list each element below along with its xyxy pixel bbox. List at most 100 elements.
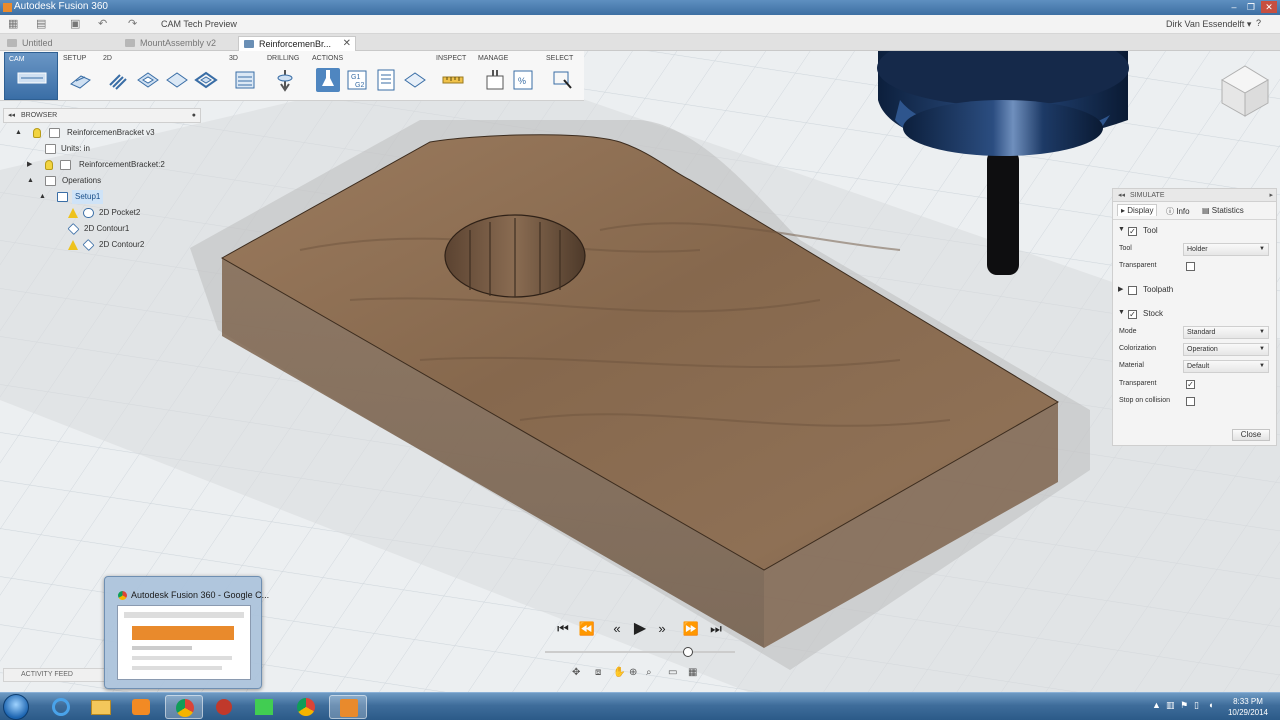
setup-button[interactable] [68, 68, 92, 92]
2d-pocket-button[interactable] [136, 68, 160, 92]
collapse-browser-icon[interactable]: ◂◂ [8, 109, 15, 122]
section-toggle-icon[interactable]: ▼ [1118, 226, 1125, 233]
internet-explorer-taskbar-button[interactable] [42, 695, 80, 719]
tool-type-select[interactable]: Holder ▼ [1183, 243, 1269, 256]
tab-untitled[interactable]: Untitled [2, 36, 116, 51]
tab-reinforcement-bracket[interactable]: ReinforcemenBr... ✕ [238, 36, 356, 51]
tab-statistics[interactable]: ▤ Statistics [1199, 205, 1247, 216]
stock-section-header[interactable]: ▼ ✓ Stock [1113, 306, 1276, 323]
chrome-second-taskbar-button[interactable] [287, 695, 325, 719]
face-button[interactable] [165, 68, 189, 92]
orbit-icon[interactable]: ✥ [572, 667, 580, 678]
expand-triangle-icon[interactable]: ▲ [27, 174, 34, 188]
setup-sheet-button[interactable] [374, 68, 398, 92]
system-clock[interactable]: 8:33 PM 10/29/2014 [1222, 696, 1274, 718]
stop-on-collision-checkbox[interactable] [1186, 397, 1195, 406]
stock-checkbox[interactable]: ✓ [1128, 310, 1137, 319]
bug-app-taskbar-button[interactable] [205, 695, 243, 719]
qt-taskbar-button[interactable] [245, 695, 283, 719]
simulation-slider[interactable] [545, 647, 735, 657]
tool-checkbox[interactable]: ✓ [1128, 227, 1137, 236]
browser-options-icon[interactable]: ● [192, 109, 196, 122]
mode-select[interactable]: Standard ▼ [1183, 326, 1269, 339]
save-icon[interactable]: ▣ [70, 17, 80, 30]
browser-item-2d-contour2[interactable]: 2D Contour2 [68, 238, 158, 252]
post-process-button[interactable]: G1 G2 [345, 68, 369, 92]
workspace-switcher-button[interactable]: CAM [4, 52, 58, 100]
battery-icon[interactable]: ▯ [1194, 700, 1199, 711]
stock-button[interactable] [403, 68, 427, 92]
browser-item-operations[interactable]: ▲ Operations [25, 174, 135, 188]
expand-triangle-icon[interactable]: ▲ [15, 126, 22, 140]
colorization-select[interactable]: Operation ▼ [1183, 343, 1269, 356]
redo-icon[interactable]: ↷ [128, 17, 137, 30]
go-to-start-icon[interactable]: ⏮ [552, 620, 574, 638]
step-forward-icon[interactable]: » [651, 620, 673, 638]
expand-panel-icon[interactable]: ▸ [1269, 189, 1273, 202]
next-operation-icon[interactable]: ⏩ [680, 620, 702, 638]
2d-contour-button[interactable] [194, 68, 218, 92]
tab-mountassembly[interactable]: MountAssembly v2 [120, 36, 236, 51]
zoom-icon[interactable]: ⊕ [629, 667, 637, 678]
tab-info[interactable]: ⓘ Info [1163, 205, 1193, 218]
measure-button[interactable] [441, 68, 465, 92]
close-button[interactable]: Close [1232, 429, 1270, 441]
flag-icon[interactable]: ⚑ [1180, 700, 1188, 711]
browser-header[interactable]: ◂◂ BROWSER ● [3, 108, 201, 123]
3d-adaptive-button[interactable] [233, 68, 257, 92]
play-icon[interactable]: ▶ [629, 620, 651, 638]
network-icon[interactable]: ▥ [1166, 700, 1175, 711]
grid-settings-icon[interactable]: ▦ [688, 667, 697, 678]
fusion-taskbar-button[interactable] [329, 695, 367, 719]
pan-icon[interactable]: ✋ [613, 667, 625, 678]
chrome-taskbar-button[interactable] [165, 695, 203, 719]
collapse-panel-icon[interactable]: ◂◂ [1118, 189, 1125, 202]
go-to-end-icon[interactable]: ⏭ [705, 620, 727, 638]
close-tab-icon[interactable]: ✕ [343, 37, 351, 51]
user-menu[interactable]: Dirk Van Essendelft ▾ [1166, 19, 1251, 30]
tool-section-header[interactable]: ▼ ✓ Tool [1113, 223, 1276, 240]
help-icon[interactable]: ? [1256, 18, 1261, 28]
start-button[interactable] [3, 694, 29, 720]
app-grid-icon[interactable]: ▦ [8, 17, 18, 30]
activity-feed[interactable]: ACTIVITY FEED [3, 668, 108, 682]
drill-button[interactable] [273, 68, 297, 92]
previous-operation-icon[interactable]: ⏪ [576, 620, 598, 638]
tray-expand-icon[interactable]: ▲ [1152, 700, 1161, 710]
taskbar-thumbnail-preview[interactable]: Autodesk Fusion 360 - Google C... [104, 576, 269, 689]
tool-library-button[interactable] [483, 68, 507, 92]
visibility-bulb-icon[interactable] [33, 128, 41, 138]
2d-adaptive-button[interactable] [107, 68, 131, 92]
browser-item-root[interactable]: ▲ ReinforcemenBracket v3 [13, 126, 193, 140]
toolpath-section-header[interactable]: ▶ Toolpath [1113, 282, 1276, 299]
visibility-bulb-icon[interactable] [45, 160, 53, 170]
browser-item-units[interactable]: Units: in [43, 142, 103, 156]
select-button[interactable] [551, 68, 575, 92]
look-at-icon[interactable]: ⧈ [595, 667, 601, 678]
browser-item-2d-contour1[interactable]: 2D Contour1 [67, 222, 158, 236]
browser-item-component[interactable]: ▶ ReinforcementBracket:2 [25, 158, 175, 172]
explorer-taskbar-button[interactable] [82, 695, 120, 719]
browser-item-setup1[interactable]: ▲ Setup1 [37, 190, 107, 204]
simulate-button[interactable] [316, 68, 340, 92]
file-menu-icon[interactable]: ▤ [36, 17, 46, 30]
media-player-taskbar-button[interactable] [122, 695, 160, 719]
display-settings-icon[interactable]: ▭ [668, 667, 677, 678]
tool-transparent-checkbox[interactable] [1186, 262, 1195, 271]
section-toggle-icon[interactable]: ▶ [1118, 285, 1123, 293]
expand-triangle-icon[interactable]: ▲ [39, 190, 46, 204]
slider-handle[interactable] [682, 647, 693, 657]
volume-icon[interactable]: ◖ [1208, 700, 1213, 710]
undo-icon[interactable]: ↶ [98, 17, 107, 30]
toolpath-checkbox[interactable] [1128, 286, 1137, 295]
close-window-button[interactable]: ✕ [1261, 1, 1277, 13]
section-toggle-icon[interactable]: ▼ [1118, 309, 1125, 316]
maximize-button[interactable]: ❐ [1243, 1, 1259, 13]
tab-display[interactable]: ▸ Display [1117, 204, 1158, 216]
material-select[interactable]: Default ▼ [1183, 360, 1269, 373]
fit-icon[interactable]: ⌕ [646, 667, 652, 678]
minimize-button[interactable]: – [1226, 1, 1242, 13]
post-library-button[interactable]: % [511, 68, 535, 92]
expand-triangle-icon[interactable]: ▶ [27, 158, 32, 172]
browser-item-2d-pocket2[interactable]: 2D Pocket2 [68, 206, 158, 220]
